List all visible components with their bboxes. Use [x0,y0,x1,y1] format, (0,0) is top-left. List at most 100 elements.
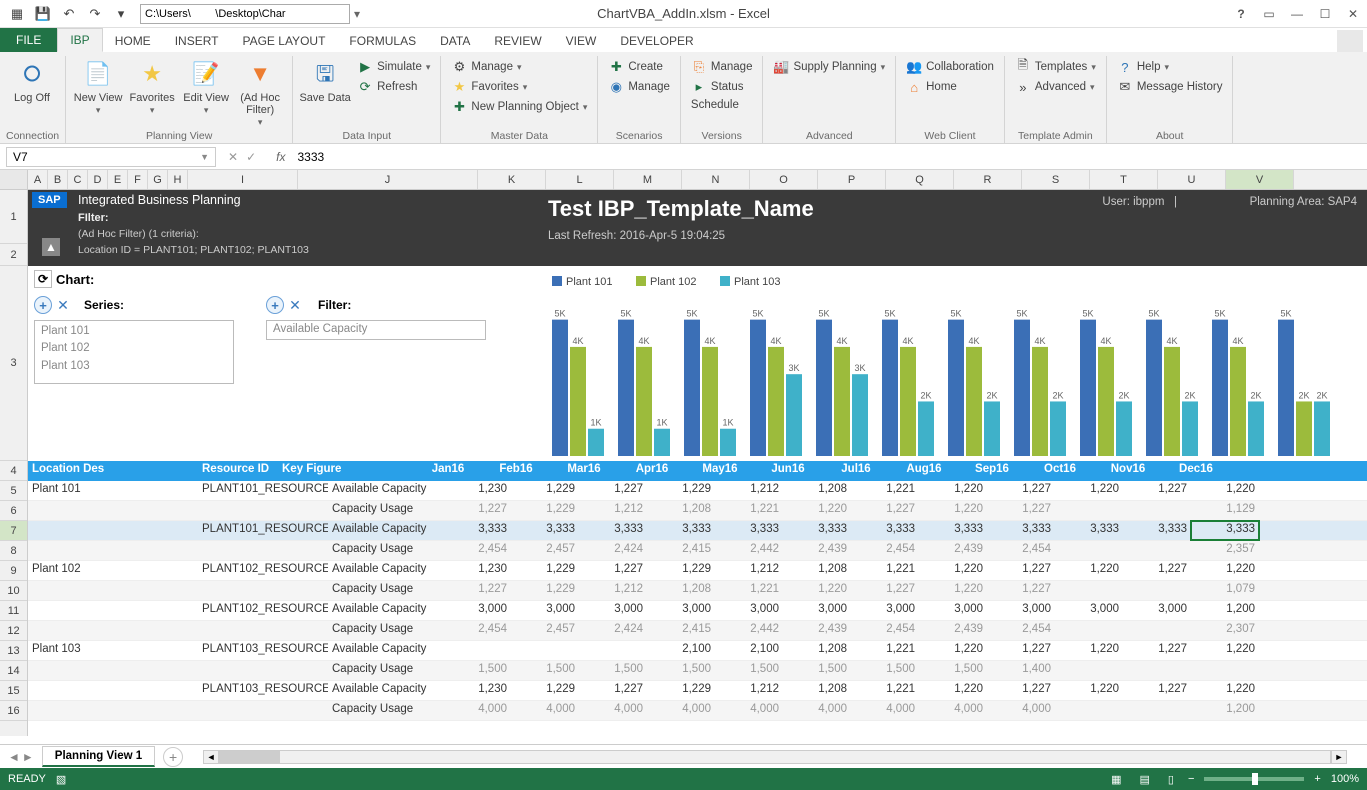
column-header[interactable]: E [108,170,128,189]
col-month[interactable]: Dec16 [1162,463,1230,479]
row-header[interactable]: 4 [0,461,27,481]
column-header[interactable]: N [682,170,750,189]
cell-value[interactable]: 1,220 [919,641,987,660]
row-header[interactable]: 9 [0,561,27,581]
cell-value[interactable]: 1,227 [987,581,1055,600]
cell-value[interactable]: 2,424 [579,621,647,640]
zoom-out-icon[interactable]: − [1188,773,1194,785]
formula-input[interactable] [293,150,1367,164]
cell-value[interactable]: 1,500 [511,661,579,680]
minimize-icon[interactable]: — [1283,3,1311,25]
cell-value[interactable]: 1,220 [919,501,987,520]
cell-resource[interactable]: PLANT102_RESOURCE [198,561,328,580]
cell-value[interactable] [1055,501,1123,520]
help-icon[interactable]: ? [1227,3,1255,25]
column-header[interactable]: Q [886,170,954,189]
cell-value[interactable]: 1,500 [579,661,647,680]
cell-value[interactable]: 3,333 [851,521,919,540]
cell-value[interactable]: 1,221 [851,481,919,500]
cell-value[interactable]: 1,212 [579,501,647,520]
column-header[interactable]: H [168,170,188,189]
cell-value[interactable]: 1,229 [511,581,579,600]
cell-resource[interactable]: PLANT103_RESOURCE [198,641,328,660]
col-month[interactable]: Apr16 [618,463,686,479]
series-item[interactable]: Plant 101 [41,323,227,340]
cell-resource[interactable] [198,621,328,640]
normal-view-icon[interactable]: ▦ [1107,771,1125,788]
grid-body[interactable]: SAP Integrated Business Planning FIlter:… [28,190,1367,736]
newplanning-button[interactable]: ✚New Planning Object [447,98,591,116]
series-listbox[interactable]: Plant 101 Plant 102 Plant 103 [34,320,234,384]
col-month[interactable]: Jul16 [822,463,890,479]
cell-value[interactable]: 2,415 [647,541,715,560]
table-row[interactable]: Capacity Usage1,5001,5001,5001,5001,5001… [28,661,1367,681]
cell-value[interactable]: 3,333 [715,521,783,540]
col-month[interactable]: May16 [686,463,754,479]
row-header[interactable]: 15 [0,681,27,701]
cell-value[interactable]: 1,221 [715,581,783,600]
column-header[interactable]: V [1226,170,1294,189]
cell-value[interactable]: 1,227 [987,681,1055,700]
cell-value[interactable]: 1,220 [919,581,987,600]
cell-value[interactable]: 2,454 [443,541,511,560]
cell-value[interactable]: 1,227 [987,481,1055,500]
cell-value[interactable]: 4,000 [783,701,851,720]
column-header[interactable]: T [1090,170,1158,189]
col-month[interactable]: Jan16 [414,463,482,479]
cell-value[interactable]: 1,221 [715,501,783,520]
cell-value[interactable]: 3,333 [783,521,851,540]
cell-value[interactable]: 1,227 [851,581,919,600]
cell-keyfigure[interactable]: Available Capacity [328,561,443,580]
cell-value[interactable]: 3,333 [579,521,647,540]
cell-resource[interactable]: PLANT102_RESOURCE [198,601,328,620]
cell-value[interactable] [1055,581,1123,600]
cell-value[interactable] [1055,541,1123,560]
column-header[interactable]: U [1158,170,1226,189]
cell-value[interactable]: 1,220 [919,481,987,500]
cell-value[interactable]: 1,229 [647,481,715,500]
tab-pagelayout[interactable]: PAGE LAYOUT [230,30,337,52]
cell-resource[interactable] [198,661,328,680]
row-header[interactable]: 13 [0,641,27,661]
cell-value[interactable]: 1,220 [1055,681,1123,700]
cell-value[interactable]: 3,000 [783,601,851,620]
md-manage-button[interactable]: ⚙Manage [447,58,591,76]
cell-value[interactable] [511,641,579,660]
cell-value[interactable]: 3,000 [851,601,919,620]
tab-home[interactable]: HOME [103,30,163,52]
cell-value[interactable]: 2,439 [919,541,987,560]
cell-value[interactable]: 1,500 [783,661,851,680]
qat-customize-icon[interactable]: ▾ [110,3,132,25]
remove-series-icon[interactable]: ✕ [54,296,72,314]
path-input[interactable] [140,4,350,24]
cell-value[interactable]: 4,000 [579,701,647,720]
cell-keyfigure[interactable]: Available Capacity [328,641,443,660]
cell-value[interactable]: 2,457 [511,621,579,640]
tab-file[interactable]: FILE [0,28,57,52]
col-location[interactable]: Location Des [28,461,198,481]
sheet-tab[interactable]: Planning View 1 [42,746,155,767]
close-icon[interactable]: ✕ [1339,3,1367,25]
zoom-value[interactable]: 100% [1331,773,1359,785]
column-header[interactable]: M [614,170,682,189]
add-series-icon[interactable]: + [34,296,52,314]
cell-value[interactable]: 1,229 [647,561,715,580]
table-row[interactable]: Plant 103PLANT103_RESOURCEAvailable Capa… [28,641,1367,661]
cell-keyfigure[interactable]: Available Capacity [328,681,443,700]
table-row[interactable]: Capacity Usage2,4542,4572,4242,4152,4422… [28,621,1367,641]
cell-value[interactable]: 2,454 [987,621,1055,640]
cell-value[interactable]: 1,500 [919,661,987,680]
cell-value[interactable]: 1,220 [1191,561,1259,580]
cell-value[interactable]: 4,000 [919,701,987,720]
undo-icon[interactable]: ↶ [58,3,80,25]
cell-value[interactable]: 1,220 [783,581,851,600]
cell-value[interactable]: 1,220 [1055,561,1123,580]
scroll-left-icon[interactable]: ◄ [203,750,219,764]
tab-view[interactable]: VIEW [554,30,609,52]
cell-value[interactable]: 3,333 [919,521,987,540]
table-row[interactable]: Plant 102PLANT102_RESOURCEAvailable Capa… [28,561,1367,581]
scroll-right-icon[interactable]: ► [1331,750,1347,764]
cell-location[interactable]: Plant 102 [28,561,198,580]
cell-keyfigure[interactable]: Capacity Usage [328,501,443,520]
savedata-button[interactable]: 🖫Save Data [299,56,351,104]
